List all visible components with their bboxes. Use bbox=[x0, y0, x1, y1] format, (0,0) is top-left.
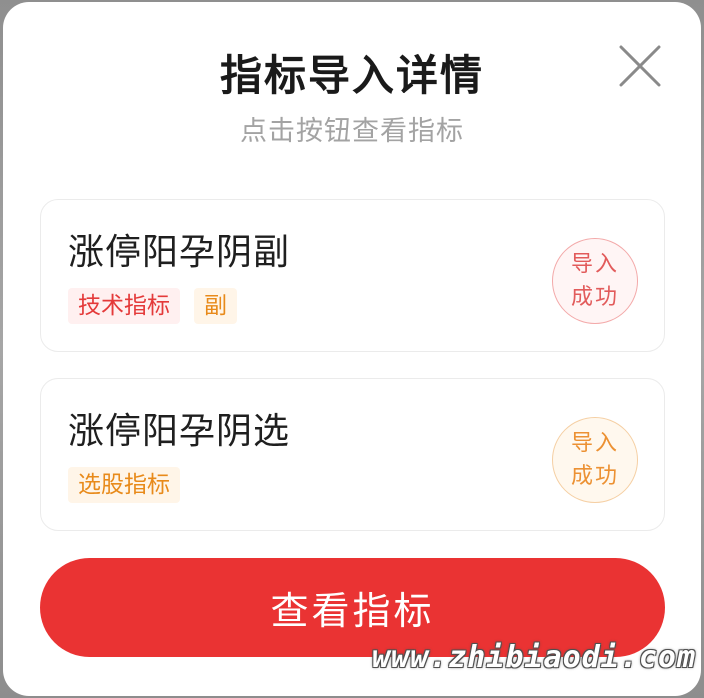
import-details-dialog: 指标导入详情 点击按钮查看指标 涨停阳孕阴副 技术指标 副 导入 成功 涨停阳孕… bbox=[3, 2, 701, 696]
close-icon[interactable] bbox=[617, 43, 663, 89]
stamp-line-2: 成功 bbox=[570, 464, 619, 489]
indicator-card: 涨停阳孕阴副 技术指标 副 导入 成功 bbox=[40, 199, 665, 352]
tag-stock-selection-indicator: 选股指标 bbox=[68, 467, 180, 503]
import-success-stamp: 导入 成功 bbox=[552, 238, 638, 324]
dialog-subtitle: 点击按钮查看指标 bbox=[240, 116, 464, 147]
stamp-line-2: 成功 bbox=[570, 285, 619, 310]
import-success-stamp: 导入 成功 bbox=[552, 417, 638, 503]
stamp-line-1: 导入 bbox=[570, 431, 619, 456]
tag-sub-chart: 副 bbox=[194, 288, 237, 324]
dialog-title: 指标导入详情 bbox=[219, 51, 484, 100]
watermark-text: www.zhibiaodi.com bbox=[371, 640, 696, 675]
stamp-line-1: 导入 bbox=[570, 252, 619, 277]
indicator-name: 涨停阳孕阴副 bbox=[68, 232, 291, 273]
indicator-card: 涨停阳孕阴选 选股指标 导入 成功 bbox=[40, 378, 665, 531]
indicator-tags: 技术指标 副 bbox=[68, 288, 237, 324]
indicator-tags: 选股指标 bbox=[68, 467, 180, 503]
indicator-name: 涨停阳孕阴选 bbox=[68, 411, 291, 452]
tag-technical-indicator: 技术指标 bbox=[68, 288, 180, 324]
